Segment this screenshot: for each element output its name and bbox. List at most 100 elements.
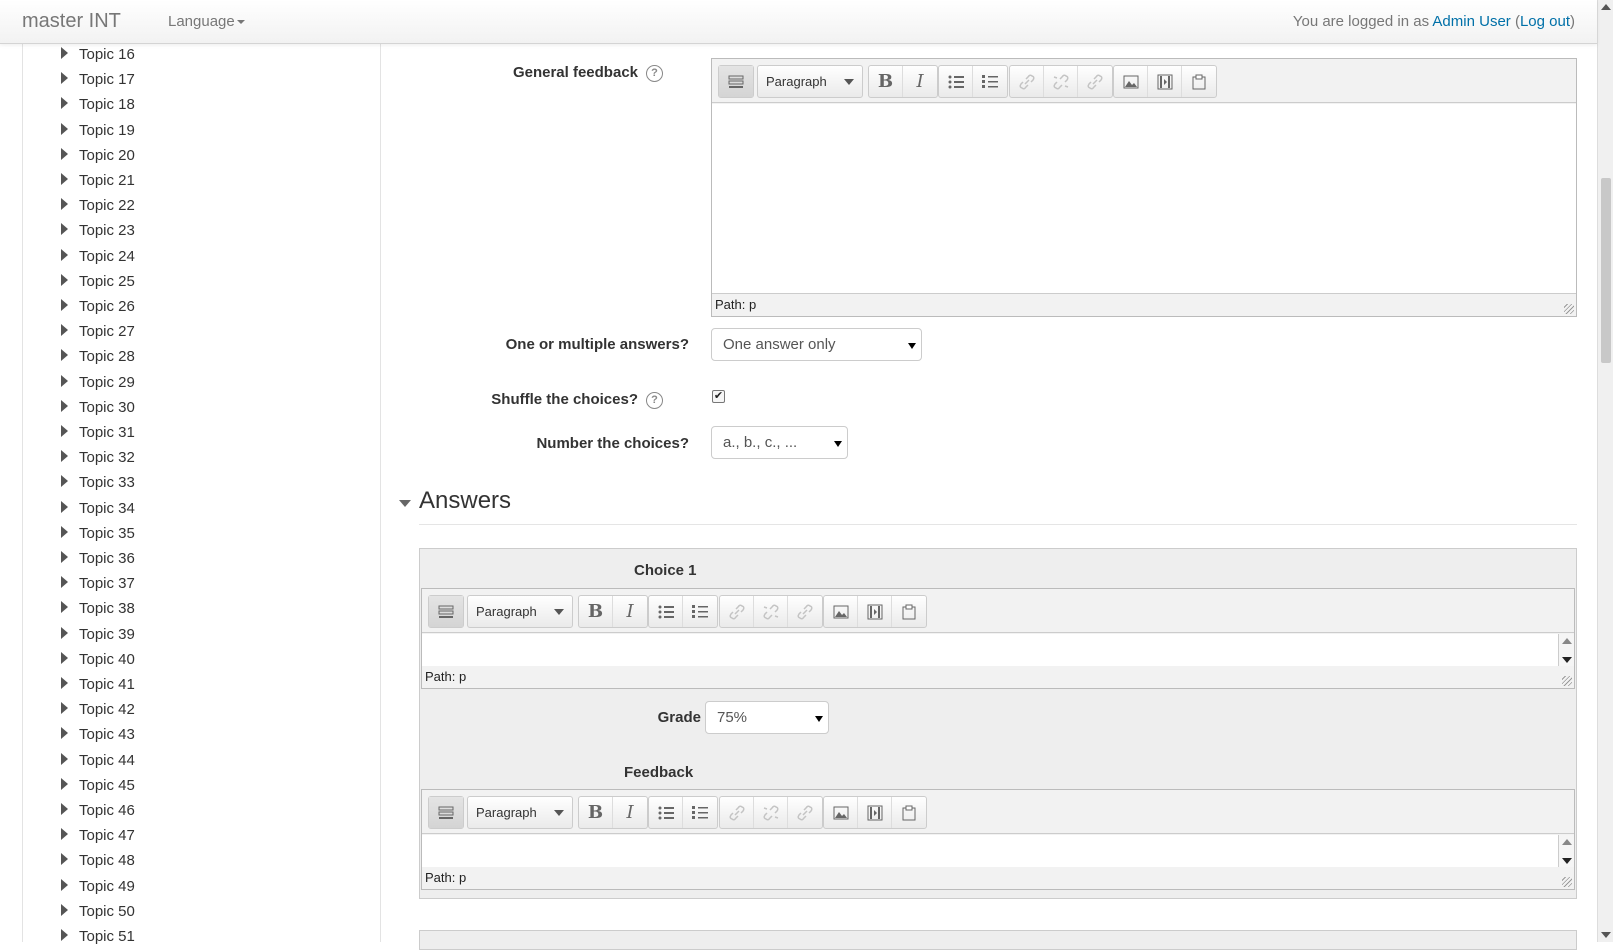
link-icon[interactable]: [1010, 66, 1044, 97]
expand-triangle-icon[interactable]: [61, 777, 68, 790]
sidebar-topic-link[interactable]: Topic 31: [61, 424, 135, 441]
toolbar-toggle-icon[interactable]: [429, 797, 463, 828]
sidebar-topic-link[interactable]: Topic 27: [61, 323, 135, 340]
image-icon[interactable]: [1114, 66, 1148, 97]
sidebar-topic-link[interactable]: Topic 40: [61, 651, 135, 668]
sidebar-topic-link[interactable]: Topic 28: [61, 348, 135, 365]
media-icon[interactable]: [858, 797, 892, 828]
sidebar-topic-link[interactable]: Topic 29: [61, 374, 135, 391]
expand-triangle-icon[interactable]: [61, 223, 68, 236]
paragraph-style-select[interactable]: Paragraph: [758, 66, 862, 97]
expand-triangle-icon[interactable]: [61, 929, 68, 941]
expand-triangle-icon[interactable]: [61, 475, 68, 488]
expand-triangle-icon[interactable]: [61, 450, 68, 463]
expand-triangle-icon[interactable]: [61, 198, 68, 211]
sidebar-topic-link[interactable]: Topic 51: [61, 928, 135, 945]
expand-triangle-icon[interactable]: [61, 47, 68, 59]
expand-triangle-icon[interactable]: [61, 425, 68, 437]
ordered-list-icon[interactable]: [973, 66, 1007, 97]
expand-triangle-icon[interactable]: [61, 601, 68, 614]
grade-select[interactable]: 75%: [705, 701, 829, 734]
expand-triangle-icon[interactable]: [61, 878, 68, 891]
sidebar-topic-link[interactable]: Topic 26: [61, 298, 135, 315]
expand-triangle-icon[interactable]: [61, 147, 68, 160]
manage-files-icon[interactable]: [1182, 66, 1216, 97]
expand-triangle-icon[interactable]: [61, 299, 68, 311]
sidebar-topic-link[interactable]: Topic 22: [61, 197, 135, 214]
expand-triangle-icon[interactable]: [61, 727, 68, 740]
sidebar-topic-link[interactable]: Topic 41: [61, 676, 135, 693]
sidebar-topic-link[interactable]: Topic 46: [61, 802, 135, 819]
expand-triangle-icon[interactable]: [61, 349, 68, 362]
expand-triangle-icon[interactable]: [61, 677, 68, 689]
scroll-up-icon[interactable]: [1562, 638, 1572, 644]
sidebar-topic-link[interactable]: Topic 30: [61, 399, 135, 416]
paragraph-style-select[interactable]: Paragraph: [468, 596, 572, 627]
expand-triangle-icon[interactable]: [61, 626, 68, 639]
expand-triangle-icon[interactable]: [61, 702, 68, 715]
sidebar-topic-link[interactable]: Topic 16: [61, 46, 135, 63]
sidebar-topic-link[interactable]: Topic 17: [61, 71, 135, 88]
page-scrollbar[interactable]: [1597, 0, 1613, 942]
sidebar-topic-link[interactable]: Topic 19: [61, 122, 135, 139]
expand-triangle-icon[interactable]: [61, 399, 68, 412]
expand-triangle-icon[interactable]: [61, 122, 68, 135]
italic-icon[interactable]: I: [613, 596, 647, 627]
anchor-link-icon[interactable]: [1078, 66, 1112, 97]
number-choices-select[interactable]: a., b., c., ...: [711, 426, 848, 459]
user-link[interactable]: Admin User: [1432, 13, 1510, 30]
scroll-up-icon[interactable]: [1562, 839, 1572, 845]
expand-triangle-icon[interactable]: [61, 72, 68, 85]
sidebar-topic-link[interactable]: Topic 18: [61, 96, 135, 113]
sidebar-topic-link[interactable]: Topic 45: [61, 777, 135, 794]
expand-triangle-icon[interactable]: [61, 500, 68, 513]
expand-triangle-icon[interactable]: [61, 803, 68, 815]
sidebar-topic-link[interactable]: Topic 21: [61, 172, 135, 189]
scroll-down-icon[interactable]: [1562, 858, 1572, 864]
choice-textarea[interactable]: [422, 634, 1574, 668]
scroll-up-icon[interactable]: [1601, 4, 1611, 10]
bold-icon[interactable]: B: [579, 797, 613, 828]
sidebar-topic-link[interactable]: Topic 23: [61, 222, 135, 239]
one-or-multiple-select[interactable]: One answer only: [711, 328, 922, 361]
expand-triangle-icon[interactable]: [61, 752, 68, 765]
manage-files-icon[interactable]: [892, 596, 926, 627]
toolbar-toggle-icon[interactable]: [429, 596, 463, 627]
image-icon[interactable]: [824, 797, 858, 828]
scroll-down-icon[interactable]: [1601, 932, 1611, 938]
logout-link[interactable]: Log out: [1520, 13, 1570, 30]
sidebar-topic-link[interactable]: Topic 37: [61, 575, 135, 592]
shuffle-checkbox[interactable]: ✔: [712, 390, 725, 403]
sidebar-topic-link[interactable]: Topic 33: [61, 474, 135, 491]
resize-handle-icon[interactable]: [1564, 304, 1574, 314]
expand-triangle-icon[interactable]: [61, 374, 68, 387]
ordered-list-icon[interactable]: [683, 797, 717, 828]
anchor-link-icon[interactable]: [788, 797, 822, 828]
sidebar-topic-link[interactable]: Topic 36: [61, 550, 135, 567]
sidebar-topic-link[interactable]: Topic 38: [61, 600, 135, 617]
sidebar-topic-link[interactable]: Topic 49: [61, 878, 135, 895]
unlink-icon[interactable]: [754, 797, 788, 828]
anchor-link-icon[interactable]: [788, 596, 822, 627]
expand-triangle-icon[interactable]: [61, 828, 68, 841]
sidebar-topic-link[interactable]: Topic 48: [61, 852, 135, 869]
site-brand[interactable]: master INT: [22, 10, 121, 33]
answers-section-header[interactable]: Answers: [399, 487, 511, 515]
media-icon[interactable]: [858, 596, 892, 627]
toolbar-toggle-icon[interactable]: [719, 66, 753, 97]
general-feedback-textarea[interactable]: [712, 104, 1576, 294]
unlink-icon[interactable]: [754, 596, 788, 627]
expand-triangle-icon[interactable]: [61, 651, 68, 664]
sidebar-topic-link[interactable]: Topic 39: [61, 626, 135, 643]
scrollbar-thumb[interactable]: [1601, 178, 1611, 363]
expand-triangle-icon[interactable]: [61, 576, 68, 589]
unlink-icon[interactable]: [1044, 66, 1078, 97]
sidebar-topic-link[interactable]: Topic 25: [61, 273, 135, 290]
expand-triangle-icon[interactable]: [61, 551, 68, 563]
expand-triangle-icon[interactable]: [61, 97, 68, 110]
italic-icon[interactable]: I: [903, 66, 937, 97]
sidebar-topic-link[interactable]: Topic 44: [61, 752, 135, 769]
bold-icon[interactable]: B: [579, 596, 613, 627]
manage-files-icon[interactable]: [892, 797, 926, 828]
sidebar-topic-link[interactable]: Topic 20: [61, 147, 135, 164]
